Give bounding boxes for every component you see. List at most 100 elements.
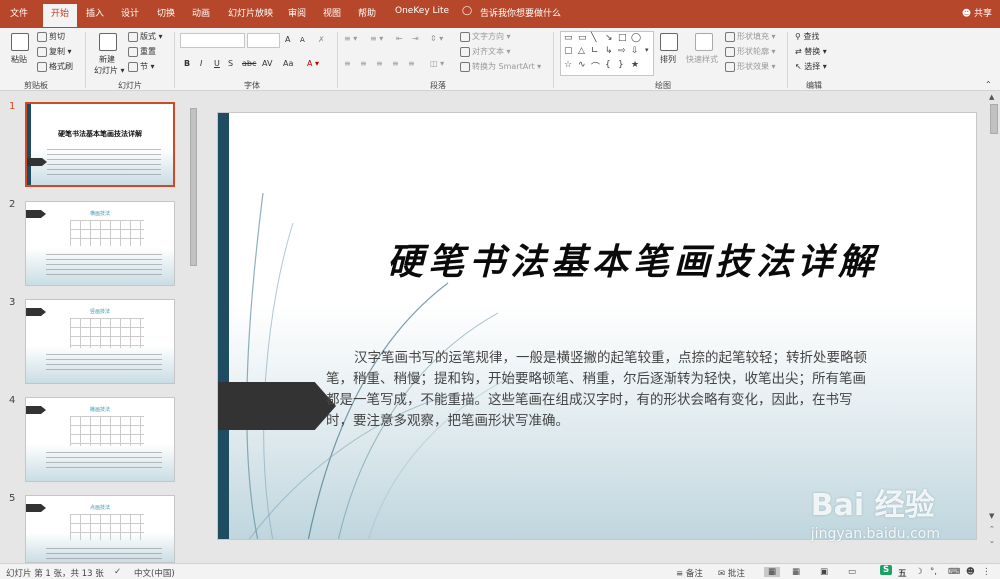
slide-title[interactable]: 硬笔书法基本笔画技法详解 bbox=[318, 233, 948, 285]
curve-shape-icon[interactable]: ∿ bbox=[578, 60, 586, 70]
arc-shape-icon[interactable]: ⌒ bbox=[591, 60, 600, 73]
decrease-indent-icon[interactable]: ⇤ bbox=[396, 34, 403, 43]
scrollbar-thumb[interactable] bbox=[190, 108, 197, 266]
right-arrow-shape-icon[interactable]: ⇨ bbox=[618, 46, 626, 56]
distribute-icon[interactable]: ≡ bbox=[408, 59, 415, 68]
rect-shape-icon[interactable]: □ bbox=[618, 33, 627, 43]
slide-body-text[interactable]: 汉字笔画书写的运笔规律，一般是横竖撇的起笔较重，点捺的起笔较轻；转折处要略顿笔，… bbox=[326, 348, 874, 432]
next-slide-icon[interactable]: ⌄ bbox=[989, 537, 995, 545]
triangle-shape-icon[interactable]: △ bbox=[578, 46, 585, 56]
brace-close-shape-icon[interactable]: } bbox=[618, 60, 624, 70]
menu-view[interactable]: 视图 bbox=[323, 6, 341, 19]
align-left-icon[interactable]: ≡ bbox=[344, 59, 351, 68]
menu-design[interactable]: 设计 bbox=[121, 6, 139, 19]
text-direction-button[interactable]: 文字方向 ▾ bbox=[460, 31, 511, 42]
rounded-rect-shape-icon[interactable]: ▢ bbox=[564, 46, 573, 56]
italic-button[interactable]: I bbox=[200, 59, 202, 68]
slide-sorter-icon[interactable]: ▦ bbox=[792, 567, 800, 577]
line-spacing-icon[interactable]: ⇕ ▾ bbox=[430, 34, 443, 43]
notes-button[interactable]: ≡ 备注 bbox=[676, 567, 703, 579]
ime-mode[interactable]: 五 bbox=[898, 567, 907, 579]
brace-open-shape-icon[interactable]: { bbox=[605, 60, 611, 70]
bold-button[interactable]: B bbox=[184, 59, 190, 68]
menu-review[interactable]: 审阅 bbox=[288, 6, 306, 19]
slideshow-view-icon[interactable]: ▭ bbox=[848, 567, 856, 577]
thumbnail-scrollbar[interactable] bbox=[189, 100, 198, 560]
share-button[interactable]: ☻ 共享 bbox=[962, 6, 992, 19]
columns-icon[interactable]: ◫ ▾ bbox=[430, 59, 444, 68]
justify-icon[interactable]: ≡ bbox=[392, 59, 399, 68]
select-button[interactable]: ↖ 选择 ▾ bbox=[795, 61, 827, 72]
moon-icon[interactable]: ☽ bbox=[915, 567, 923, 577]
ime-logo-icon[interactable]: S bbox=[880, 565, 893, 575]
elbow-shape-icon[interactable]: ↳ bbox=[605, 46, 613, 56]
find-button[interactable]: ⚲ 查找 bbox=[795, 31, 819, 42]
new-slide-label-2[interactable]: 幻灯片 ▾ bbox=[94, 65, 125, 76]
clear-format-icon[interactable]: ✗ bbox=[318, 35, 325, 44]
menu-help[interactable]: 帮助 bbox=[358, 6, 376, 19]
smartart-button[interactable]: 转换为 SmartArt ▾ bbox=[460, 61, 541, 72]
paste-icon[interactable] bbox=[11, 33, 29, 51]
rectangle-shape-icon[interactable]: ▭ bbox=[564, 33, 573, 43]
slide-canvas[interactable]: 硬笔书法基本笔画技法详解 汉字笔画书写的运笔规律，一般是横竖撇的起笔较重，点捺的… bbox=[217, 112, 977, 540]
bullets-icon[interactable]: ≡ ▾ bbox=[344, 34, 357, 43]
language-indicator[interactable]: 中文(中国) bbox=[134, 567, 175, 579]
menu-insert[interactable]: 插入 bbox=[86, 6, 104, 19]
align-center-icon[interactable]: ≡ bbox=[360, 59, 367, 68]
shape-fill-button[interactable]: 形状填充 ▾ bbox=[725, 31, 776, 42]
slide-thumbnail-4[interactable]: 撇画技法 bbox=[25, 397, 175, 482]
menu-slideshow[interactable]: 幻灯片放映 bbox=[228, 6, 273, 19]
slide-thumbnail-1[interactable]: 硬笔书法基本笔画技法详解 bbox=[25, 102, 175, 187]
format-painter-button[interactable]: 格式刷 bbox=[37, 61, 73, 72]
font-size-select[interactable] bbox=[247, 33, 280, 48]
shape-effects-button[interactable]: 形状效果 ▾ bbox=[725, 61, 776, 72]
connector-shape-icon[interactable]: ∟ bbox=[591, 46, 599, 56]
reset-button[interactable]: 重置 bbox=[128, 46, 156, 57]
lightbulb-icon[interactable]: ◯ bbox=[462, 6, 472, 16]
menu-transitions[interactable]: 切换 bbox=[157, 6, 175, 19]
slide-arrow-shape[interactable] bbox=[218, 382, 336, 430]
keyboard-icon[interactable]: ⌨ bbox=[948, 567, 960, 577]
shape-outline-button[interactable]: 形状轮廓 ▾ bbox=[725, 46, 776, 57]
arrow-line-shape-icon[interactable]: ↘ bbox=[605, 33, 613, 43]
new-slide-icon[interactable] bbox=[99, 33, 117, 51]
grow-font-button[interactable]: A bbox=[285, 35, 290, 44]
scroll-down-icon[interactable]: ▼ bbox=[989, 512, 994, 520]
increase-indent-icon[interactable]: ⇥ bbox=[412, 34, 419, 43]
strikethrough-button[interactable]: abc bbox=[242, 59, 256, 68]
slide-scrollbar[interactable]: ▲ ▼ ⌃ ⌄ bbox=[988, 92, 1000, 563]
arrange-button[interactable]: 排列 bbox=[660, 54, 676, 65]
gallery-more-icon[interactable]: ▾ bbox=[645, 46, 649, 54]
tell-me-search[interactable]: 告诉我你想要做什么 bbox=[480, 6, 561, 19]
collapse-ribbon-icon[interactable]: ⌃ bbox=[985, 80, 992, 89]
reading-view-icon[interactable]: ▣ bbox=[820, 567, 828, 577]
slide-thumbnail-3[interactable]: 竖画技法 bbox=[25, 299, 175, 384]
down-arrow-shape-icon[interactable]: ⇩ bbox=[631, 46, 639, 56]
textbox-shape-icon[interactable]: ▭ bbox=[578, 33, 587, 43]
arrange-icon[interactable] bbox=[660, 33, 678, 51]
shadow-button[interactable]: S bbox=[228, 59, 233, 68]
change-case-button[interactable]: Aa bbox=[283, 59, 293, 68]
section-button[interactable]: 节 ▾ bbox=[128, 61, 155, 72]
cut-button[interactable]: 剪切 bbox=[37, 31, 65, 42]
new-slide-label-1[interactable]: 新建 bbox=[99, 54, 115, 65]
punctuation-icon[interactable]: °, bbox=[930, 567, 937, 577]
slide-thumbnail-2[interactable]: 横画技法 bbox=[25, 201, 175, 286]
scroll-up-icon[interactable]: ▲ bbox=[989, 93, 994, 101]
spacing-button[interactable]: AV bbox=[262, 59, 272, 68]
paste-button[interactable]: 粘贴 bbox=[11, 54, 27, 65]
slide-thumbnail-5[interactable]: 点画技法 bbox=[25, 495, 175, 563]
spellcheck-icon[interactable]: ✓ bbox=[114, 567, 121, 577]
align-text-button[interactable]: 对齐文本 ▾ bbox=[460, 46, 511, 57]
menu-animations[interactable]: 动画 bbox=[192, 6, 210, 19]
user-icon[interactable]: ☻ bbox=[966, 567, 975, 577]
font-color-button[interactable]: A ▾ bbox=[307, 59, 319, 68]
normal-view-icon[interactable]: ▦ bbox=[764, 567, 781, 577]
layout-button[interactable]: 版式 ▾ bbox=[128, 31, 163, 42]
font-family-select[interactable] bbox=[180, 33, 245, 48]
tools-icon[interactable]: ⋮ bbox=[982, 567, 991, 577]
replace-button[interactable]: ⇄ 替换 ▾ bbox=[795, 46, 827, 57]
menu-file[interactable]: 文件 bbox=[10, 6, 28, 19]
shapes-gallery[interactable]: ▭ ▭ ╲ ↘ □ ◯ ▢ △ ∟ ↳ ⇨ ⇩ ☆ ∿ ⌒ { } ★ ▾ bbox=[560, 31, 654, 76]
quick-styles-icon[interactable] bbox=[695, 33, 713, 51]
